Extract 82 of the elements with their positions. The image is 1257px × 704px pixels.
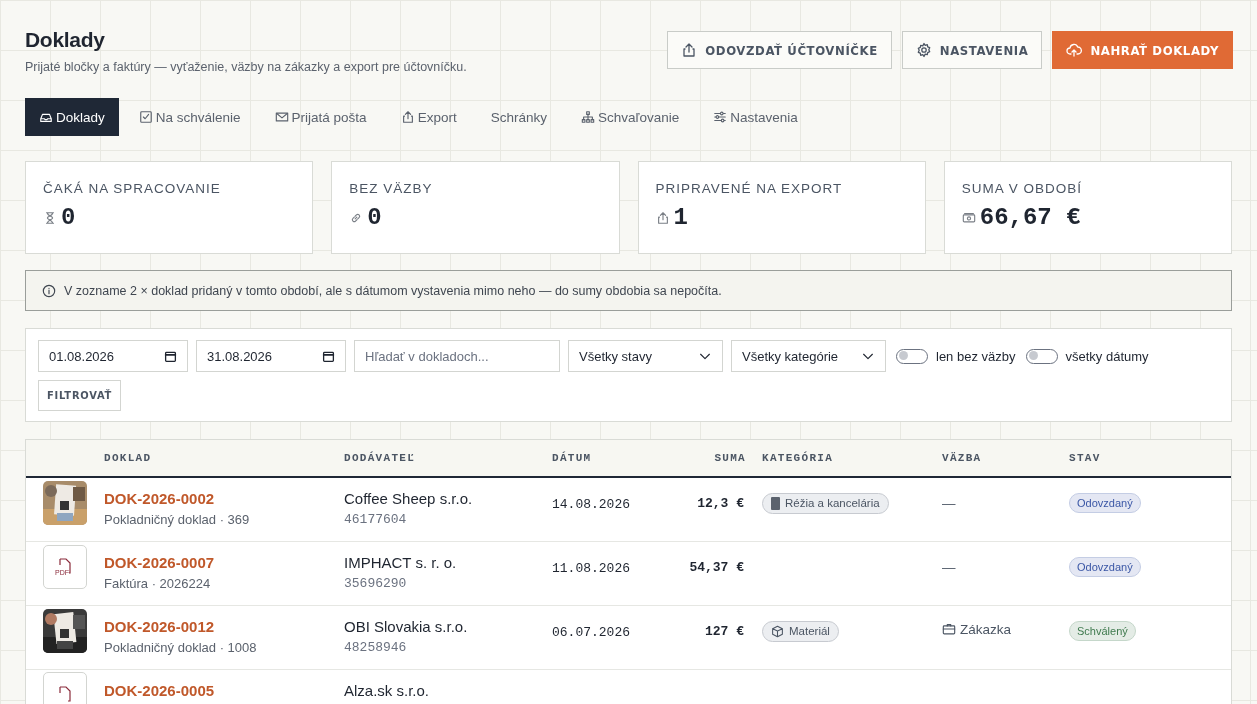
header-button[interactable]: ODOVZDAŤ ÚČTOVNÍČKE xyxy=(667,31,892,69)
toggle-label: len bez väzby xyxy=(936,348,1016,364)
supplier-id: 35696290 xyxy=(344,576,408,591)
document-type: Pokladničný doklad · 1008 xyxy=(104,640,258,655)
amount-cell-text: 127 € xyxy=(705,624,745,639)
hourglass-icon xyxy=(43,210,57,225)
status-badge: Schválený xyxy=(1069,621,1136,641)
stat-label: ČAKÁ NA SPRACOVANIE xyxy=(43,181,222,196)
page-subtitle: Prijaté bločky a faktúry — vyťaženie, väzby na zákazky a export pre účtovníčku. xyxy=(25,60,467,74)
supplier-name: Coffee Sheep s.r.o. xyxy=(344,490,474,507)
date-cell: 11.08.2026 xyxy=(552,561,630,576)
header-button[interactable]: NAHRAŤ DOKLADY xyxy=(1052,31,1233,69)
sliders-icon xyxy=(713,110,728,124)
column-header: VÄZBA xyxy=(942,452,983,464)
toggle-label: všetky dátumy xyxy=(1065,348,1149,364)
page-title: Doklady xyxy=(25,28,106,52)
supplier-id: 46177604 xyxy=(344,512,408,527)
dropdown[interactable]: Všetky kategórie xyxy=(731,340,886,372)
share-icon xyxy=(655,210,670,225)
document-link[interactable]: DOK-2026-0012 xyxy=(104,618,344,635)
calendar-icon xyxy=(164,349,177,363)
category-tag: Materiál xyxy=(762,620,839,642)
briefcase-icon xyxy=(942,622,956,637)
share-icon xyxy=(400,110,415,124)
settings-icon xyxy=(915,42,932,58)
tab[interactable]: Prijatá pošta xyxy=(260,98,381,136)
date-field[interactable]: 31.08.2026 xyxy=(196,340,346,372)
cash-icon xyxy=(961,210,976,225)
stat-value: 66,67 € xyxy=(979,204,1081,231)
filter-button[interactable]: FILTROVAŤ xyxy=(38,380,122,411)
document-link[interactable]: DOK-2026-0005 xyxy=(104,682,344,699)
status-badge: Odovzdaný xyxy=(1069,493,1141,513)
link-cell: Zákazka xyxy=(942,621,1012,637)
tab[interactable]: Nastavenia xyxy=(699,98,812,136)
date-cell: 06.07.2026 xyxy=(552,625,630,640)
tab[interactable]: Schránky xyxy=(476,98,561,136)
hierarchy-icon xyxy=(580,110,595,124)
supplier-name: OBI Slovakia s.r.o. xyxy=(344,618,469,635)
tab[interactable]: Schvaľovanie xyxy=(566,98,694,136)
amount-cell-text: 12,3 € xyxy=(697,496,745,511)
stat-value: 1 xyxy=(673,204,688,231)
document-link[interactable]: DOK-2026-0007 xyxy=(104,554,344,571)
column-header: DODÁVATEĽ xyxy=(344,452,417,464)
stat-value: 0 xyxy=(61,204,76,231)
checkbox-icon xyxy=(138,110,153,124)
stat-label: BEZ VÄZBY xyxy=(349,181,434,196)
column-header: STAV xyxy=(1068,452,1102,464)
calendar-icon xyxy=(322,349,335,363)
stat-value: 0 xyxy=(367,204,382,231)
supplier-name: IMPHACT s. r. o. xyxy=(344,554,458,571)
search-field[interactable]: Hľadať v dokladoch... xyxy=(354,340,560,372)
document-type: Pokladničný doklad · 369 xyxy=(104,512,251,527)
tab[interactable]: Export xyxy=(386,98,471,136)
category-tag: Réžia a kancelária xyxy=(762,492,889,514)
column-header: DOKLAD xyxy=(104,452,153,464)
info-icon xyxy=(42,283,56,298)
date-field[interactable]: 01.08.2026 xyxy=(38,340,188,372)
dropdown[interactable]: Všetky stavy xyxy=(568,340,723,372)
amount-cell-text: 54,37 € xyxy=(689,560,745,575)
link-cell: — xyxy=(942,560,956,575)
tab[interactable]: Doklady xyxy=(25,98,119,136)
link-cell: — xyxy=(942,496,956,511)
tab[interactable]: Na schválenie xyxy=(124,98,255,136)
stat-label: SUMA V OBDOBÍ xyxy=(961,181,1084,196)
column-header: DÁTUM xyxy=(552,452,593,464)
block-icon xyxy=(771,496,780,510)
document-link[interactable]: DOK-2026-0002 xyxy=(104,490,344,507)
notice-text: V zozname 2 × doklad pridaný v tomto období, ale s dátumom vystavenia mimo neho — do sumy obdobia sa nepočíta. xyxy=(64,283,722,298)
supplier-name: Alza.sk s.r.o. xyxy=(344,682,431,699)
upload-cloud-icon xyxy=(1066,42,1083,58)
file-icon xyxy=(59,685,71,702)
supplier-id: 48258946 xyxy=(344,640,408,655)
document-type: Faktúra · 2026224 xyxy=(104,576,212,591)
column-header: KATEGÓRIA xyxy=(761,452,835,464)
status-badge: Odovzdaný xyxy=(1069,557,1141,577)
stat-label: PRIPRAVENÉ NA EXPORT xyxy=(655,181,844,196)
date-cell: 14.08.2026 xyxy=(552,497,630,512)
box-icon xyxy=(771,624,784,638)
column-header: SUMA xyxy=(713,452,746,464)
header-button[interactable]: NASTAVENIA xyxy=(901,31,1043,69)
mail-icon xyxy=(274,110,289,124)
share-icon xyxy=(681,42,698,58)
